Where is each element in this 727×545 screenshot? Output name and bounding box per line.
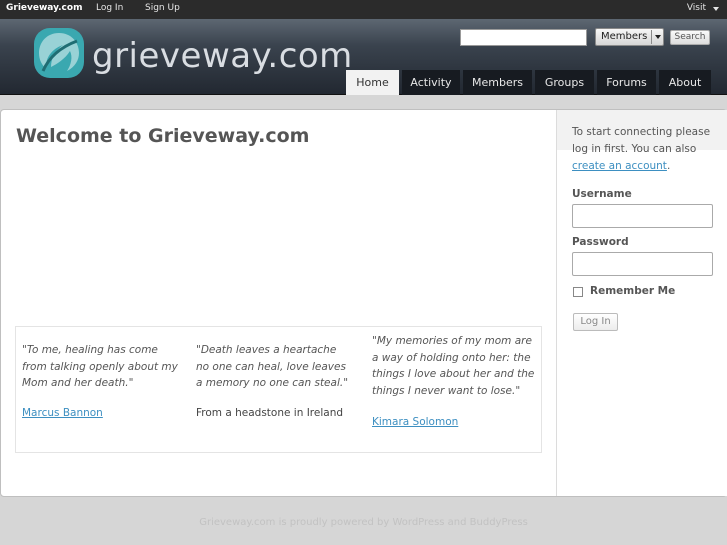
chevron-down-icon <box>713 7 719 11</box>
password-label: Password <box>572 236 629 248</box>
tab-members[interactable]: Members <box>463 70 532 95</box>
tab-home[interactable]: Home <box>346 70 399 95</box>
tab-groups[interactable]: Groups <box>535 70 594 95</box>
create-account-link[interactable]: create an account <box>572 160 667 172</box>
select-divider <box>651 30 652 44</box>
quote-text: "To me, healing has come from talking op… <box>22 344 178 389</box>
quote-text: "Death leaves a heartache no one can hea… <box>196 344 349 389</box>
quote-text: "My memories of my mom are a way of hold… <box>372 335 535 397</box>
admin-bar: Grieveway.com Log In Sign Up Visit <box>0 0 727 19</box>
search-button[interactable]: Search <box>670 30 710 45</box>
login-intro-text: To start connecting please log in first.… <box>572 126 711 155</box>
admin-bar-login-link[interactable]: Log In <box>96 3 123 13</box>
tab-forums[interactable]: Forums <box>597 70 656 95</box>
page-title: Welcome to Grieveway.com <box>16 125 310 147</box>
quote-source-link[interactable]: Marcus Bannon <box>22 407 103 419</box>
logo-icon[interactable] <box>33 27 85 79</box>
search-scope-select[interactable]: Members <box>595 28 664 46</box>
quotes-box: "To me, healing has come from talking op… <box>15 326 542 453</box>
admin-bar-visit-menu[interactable]: Visit <box>687 3 706 13</box>
login-intro-end: . <box>666 160 671 172</box>
tab-activity[interactable]: Activity <box>402 70 460 95</box>
search-input[interactable] <box>460 29 587 46</box>
password-field[interactable] <box>572 252 713 276</box>
login-intro: To start connecting please log in first.… <box>572 124 722 175</box>
admin-bar-brand[interactable]: Grieveway.com <box>6 3 82 13</box>
tab-about[interactable]: About <box>659 70 711 95</box>
quote-source: From a headstone in Ireland <box>196 407 344 419</box>
admin-bar-signup-link[interactable]: Sign Up <box>145 3 180 13</box>
quote-source-link[interactable]: Kimara Solomon <box>372 416 458 428</box>
content-panel: Welcome to Grieveway.com "To me, healing… <box>0 109 727 497</box>
site-logo-text[interactable]: grieveway.com <box>92 36 353 76</box>
site-footer: Grieveway.com is proudly powered by Word… <box>199 517 528 528</box>
username-label: Username <box>572 188 632 200</box>
remember-me-checkbox[interactable] <box>573 287 583 297</box>
login-sidebar: To start connecting please log in first.… <box>556 110 727 496</box>
login-button[interactable]: Log In <box>573 313 618 331</box>
site-header: grieveway.com Members Search Home Activi… <box>0 19 727 95</box>
username-field[interactable] <box>572 204 713 228</box>
search-scope-label: Members <box>601 31 648 42</box>
chevron-down-icon <box>655 35 661 39</box>
remember-me-label[interactable]: Remember Me <box>590 285 675 297</box>
